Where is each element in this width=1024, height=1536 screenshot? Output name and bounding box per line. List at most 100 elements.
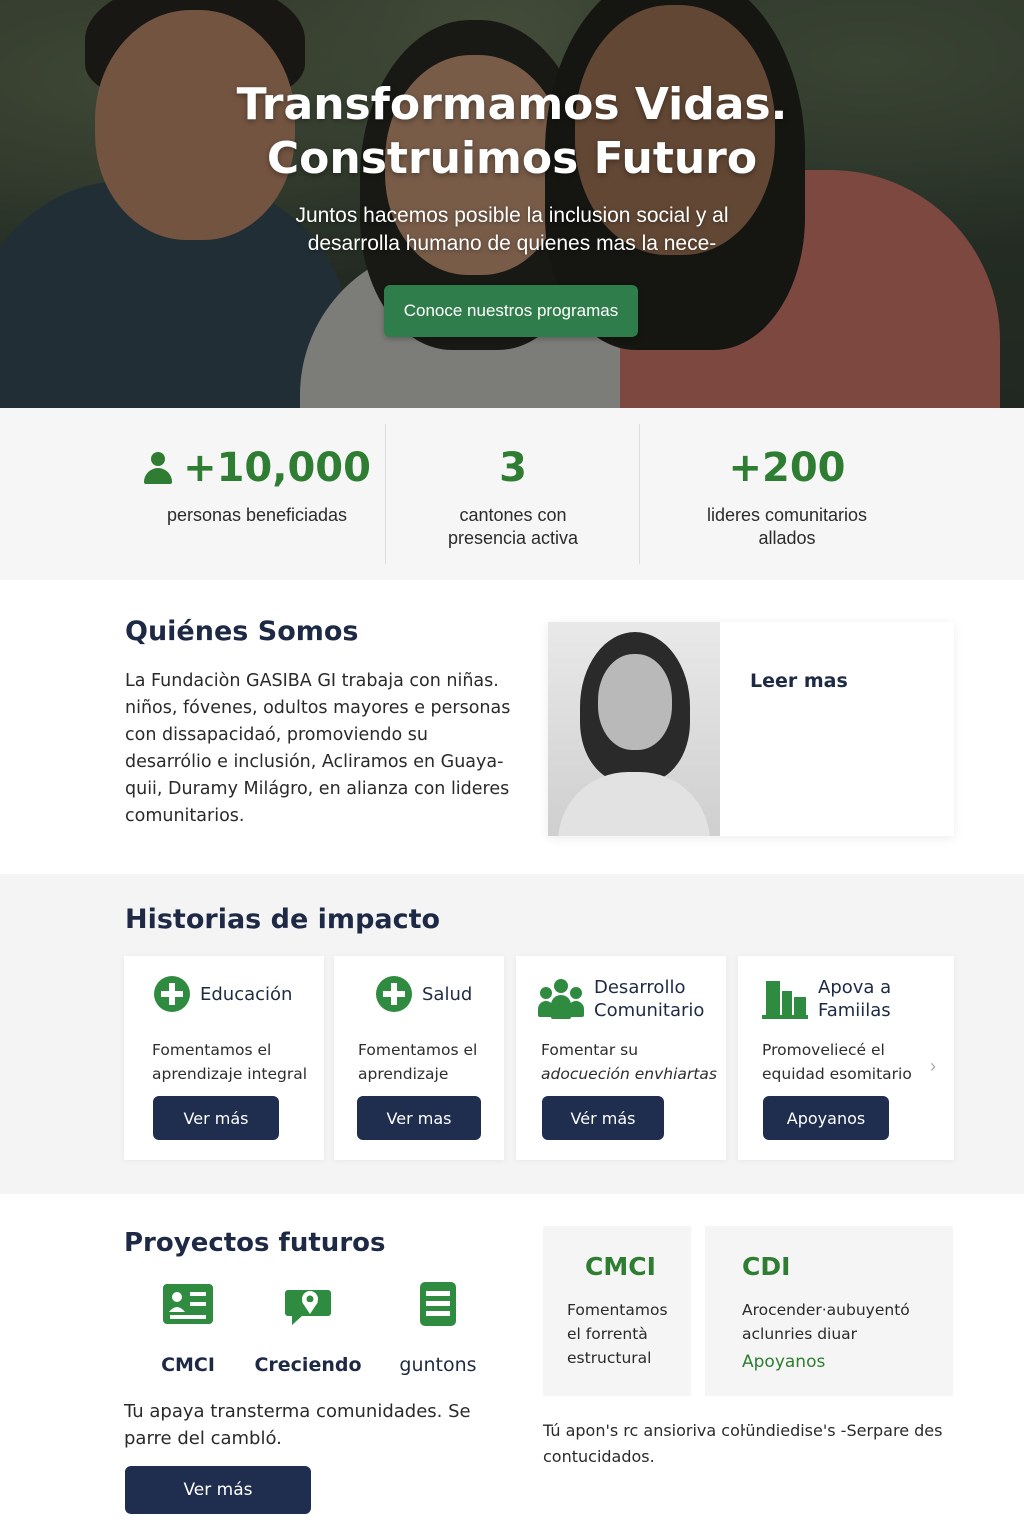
hero-subtitle-line: desarrolla humano de quienes mas la nece… [307, 232, 717, 255]
project-name: CDI [742, 1252, 791, 1281]
chevron-right-icon[interactable]: › [930, 1056, 936, 1077]
map-pin-chat-icon [282, 1282, 334, 1326]
project-desc-line: Fomentamos [567, 1301, 668, 1319]
future-text-line: parre del cambló. [124, 1428, 282, 1449]
story-card-community: Desarrollo Comunitario Fomentar su adocu… [516, 956, 726, 1160]
apoyanos-button[interactable]: Apoyanos [763, 1096, 889, 1140]
card-text-line: aprendizaje integral [152, 1065, 308, 1083]
card-title: Desarrollo Comunitario [594, 976, 704, 1022]
stat-value-row: +10,000 [130, 440, 384, 496]
future-text: Tu apaya transterma comunidades. Se parr… [124, 1398, 474, 1452]
hero-title-line: Construimos Futuro [266, 133, 758, 184]
card-text: Promoveliecé el equidad esomitario [762, 1038, 946, 1086]
story-card-education: Educación Fomentamos el aprendizaje inte… [124, 956, 324, 1160]
project-desc-line: estructural [567, 1349, 652, 1367]
project-name: CMCI [585, 1252, 656, 1281]
plus-circle-icon [154, 976, 190, 1012]
future-text-line: Tu apaya transterma comunidades. Se [124, 1401, 471, 1422]
future-item-guntons[interactable]: guntons [378, 1282, 498, 1376]
ver-mas-button[interactable]: Vér más [542, 1096, 664, 1140]
hero-subtitle-line: Juntos hacemos posible la inclusion soci… [295, 204, 729, 227]
card-header: Apova a Famiilas [762, 976, 944, 1022]
plus-circle-icon [376, 976, 412, 1012]
card-text: Fomentamos el aprendizaje [358, 1038, 496, 1086]
stat-label: cantones con presencia activa [386, 504, 640, 550]
card-header: Educación [154, 976, 314, 1012]
stat-label-line: presencia activa [447, 528, 579, 548]
list-icon [412, 1282, 464, 1326]
stat-leaders: +200 lideres comunitarios allados [640, 424, 934, 564]
about-text-line: con dissapacidaó, promoviendo su [125, 725, 428, 745]
card-text-line: equidad esomitario [762, 1065, 912, 1083]
future-item-label: CMCI [161, 1354, 215, 1376]
project-desc-line: Arocender·aubuyentó [742, 1301, 910, 1319]
hero-subtitle: Juntos hacemos posible la inclusion soci… [0, 202, 1024, 258]
card-title-line: Desarrollo [594, 977, 686, 998]
stat-cantons: 3 cantones con presencia activa [386, 424, 640, 564]
hero-banner: Transformamos Vidas. Construimos Futuro … [0, 0, 1024, 408]
card-title: Educación [200, 983, 293, 1005]
project-desc-line: el forrentà [567, 1325, 648, 1343]
card-title-line: Comunitario [594, 1000, 705, 1021]
hero-title: Transformamos Vidas. Construimos Futuro [0, 78, 1024, 186]
project-desc-line: aclunries diuar [742, 1325, 858, 1343]
impact-stories-section: Historias de impacto Educación Fomentamo… [0, 874, 1024, 1194]
card-text-line: Promoveliecé el [762, 1041, 885, 1059]
story-card-health: Salud Fomentamos el aprendizaje Ver mas [334, 956, 504, 1160]
portrait-photo [548, 622, 720, 836]
future-item-label: guntons [399, 1354, 477, 1376]
card-text-line: Fomentamos el [358, 1041, 478, 1059]
about-text-line: niños, fóvenes, odultos mayores e person… [125, 698, 511, 718]
card-text-line: Fomentar su [541, 1041, 639, 1059]
about-text-line: comunitarios. [125, 806, 245, 826]
projects-footnote-line: contucidados. [543, 1447, 655, 1466]
card-title-line: Apova a [818, 977, 892, 998]
card-title: Apova a Famiilas [818, 976, 891, 1022]
ver-mas-button[interactable]: Ver mas [357, 1096, 481, 1140]
future-title: Proyectos futuros [124, 1228, 386, 1258]
stats-bar: +10,000 personas beneficiadas 3 cantones… [0, 408, 1024, 580]
stat-label: personas beneficiadas [166, 505, 348, 525]
about-title: Quiénes Somos [125, 616, 359, 647]
card-text-line: aprendizaje [358, 1065, 449, 1083]
stat-label-line: lideres comunitarios [706, 505, 868, 525]
apoyanos-link[interactable]: Apoyanos [742, 1352, 825, 1372]
person-icon [143, 450, 173, 486]
project-card-cdi: CDI Arocender·aubuyentó aclunries diuar … [705, 1226, 953, 1396]
programs-cta-button[interactable]: Conoce nuestros programas [384, 285, 638, 337]
hero-title-line: Transformamos Vidas. [236, 79, 788, 130]
stat-label-line: cantones con [459, 505, 567, 525]
about-text-line: desarrólio e inclusión, Acliramos en Gua… [125, 752, 504, 772]
about-card: Leer mas [548, 622, 954, 836]
card-title-line: Famiilas [818, 1000, 891, 1021]
stat-label: lideres comunitarios allados [640, 504, 934, 550]
card-header: Salud [376, 976, 494, 1012]
stat-value: 3 [499, 445, 527, 491]
future-item-cmci[interactable]: CMCI [128, 1282, 248, 1376]
card-title: Salud [422, 983, 473, 1005]
project-desc: Fomentamos el forrentà estructural [567, 1298, 668, 1370]
project-desc: Arocender·aubuyentó aclunries diuar [742, 1298, 910, 1346]
future-item-creciendo[interactable]: Creciendo [248, 1282, 368, 1376]
read-more-link[interactable]: Leer mas [750, 670, 848, 692]
ver-mas-button[interactable]: Ver más [153, 1096, 279, 1140]
id-card-icon [162, 1282, 214, 1326]
future-item-label: Creciendo [254, 1354, 362, 1376]
card-text-line: Fomentamos el [152, 1041, 272, 1059]
project-card-cmci: CMCI Fomentamos el forrentà estructural [543, 1226, 691, 1396]
projects-footnote-line: Tú apon's rc ansioriva coŀündiedise's -S… [543, 1421, 943, 1440]
card-text: Fomentar su adocueción envhiartas [541, 1038, 718, 1086]
card-header: Desarrollo Comunitario [538, 976, 716, 1022]
stat-value: +10,000 [183, 445, 371, 491]
about-text-line: quii, Duramy Milágro, en alianza con lid… [125, 779, 510, 799]
story-card-families: Apova a Famiilas Promoveliecé el equidad… [738, 956, 954, 1160]
about-text: La Fundaciòn GASIBA GI trabaja con niñas… [125, 668, 515, 830]
stat-label-line: allados [758, 528, 816, 548]
stories-title: Historias de impacto [125, 904, 441, 935]
card-text: Fomentamos el aprendizaje integral [152, 1038, 316, 1086]
stat-beneficiaries: +10,000 personas beneficiadas [130, 424, 384, 564]
card-text-line: adocueción envhiartas [541, 1065, 717, 1083]
about-text-line: La Fundaciòn GASIBA GI trabaja con niñas… [125, 671, 499, 691]
stat-value: +200 [728, 445, 846, 491]
ver-mas-button[interactable]: Ver más [125, 1466, 311, 1514]
